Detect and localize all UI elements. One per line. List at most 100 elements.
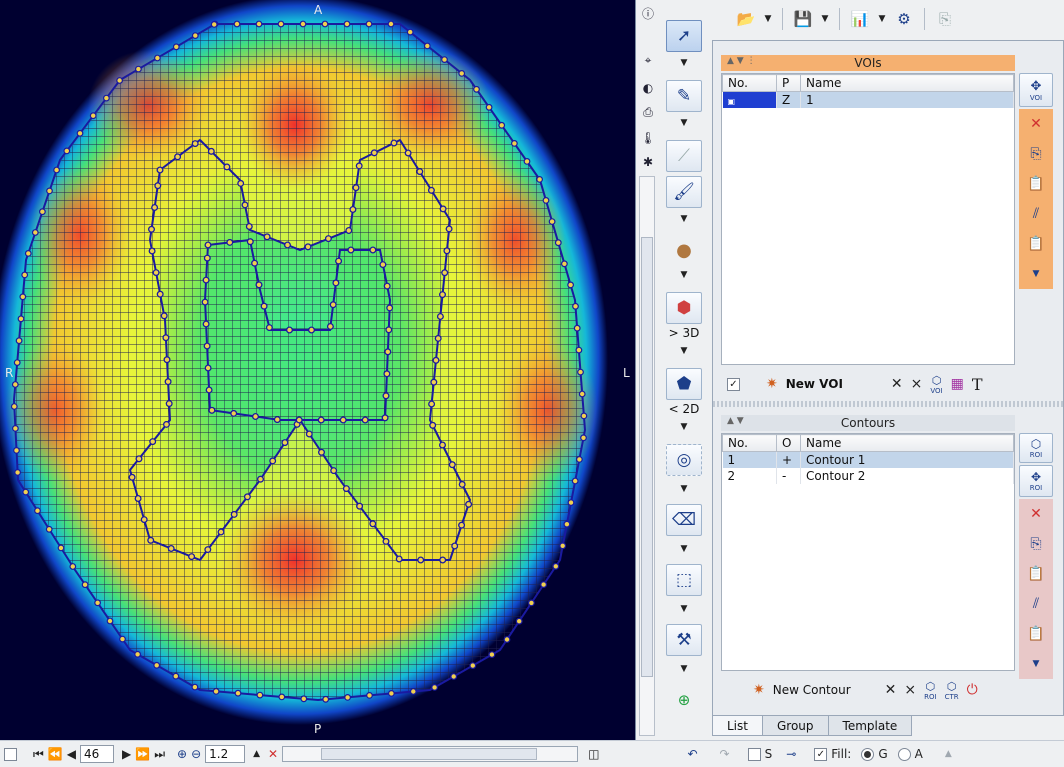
contour-vertex-handle[interactable] [163, 421, 170, 428]
splitter[interactable] [713, 401, 1063, 407]
contour-vertex-handle[interactable] [39, 208, 46, 216]
contour-vertex-handle[interactable] [153, 661, 161, 669]
contour-vertex-handle[interactable] [273, 416, 281, 424]
contour-vertex-handle[interactable] [63, 147, 71, 155]
contour-vertex-handle[interactable] [22, 488, 30, 496]
contour-vertex-handle[interactable] [515, 617, 523, 625]
contour-vertex-handle[interactable] [432, 356, 440, 364]
contour-vertex-handle[interactable] [205, 386, 213, 394]
contour-vertex-handle[interactable] [269, 457, 277, 465]
open-folder-icon[interactable]: 📂 [734, 7, 758, 31]
contour-vertex-handle[interactable] [237, 179, 245, 187]
contour-vertex-handle[interactable] [388, 690, 395, 697]
contour-vertex-handle[interactable] [349, 206, 357, 213]
delete-all-icon[interactable]: ⨯ [904, 682, 916, 698]
contour-vertex-handle[interactable] [53, 166, 60, 174]
contour-vertex-handle[interactable] [370, 149, 378, 157]
contour-vertex-handle[interactable] [434, 335, 442, 342]
contour-vertex-handle[interactable] [439, 441, 446, 449]
contour-vertex-handle[interactable] [439, 291, 446, 299]
new-voi-button[interactable]: New VOI [786, 377, 843, 391]
knife-tool-button[interactable]: ⟋ [666, 140, 702, 172]
contour-vertex-handle[interactable] [260, 302, 268, 310]
contour-vertex-handle[interactable] [243, 493, 251, 501]
contours-table[interactable]: No. O Name 1 + Contour 1 2 - Contour 2 [721, 433, 1015, 671]
contour-vertex-handle[interactable] [10, 403, 18, 410]
contour-vertex-handle[interactable] [347, 246, 355, 254]
contour-vertex-handle[interactable] [286, 326, 293, 334]
contour-vertex-handle[interactable] [423, 42, 431, 50]
chevron-down-icon[interactable]: ▼ [678, 664, 690, 674]
contour-vertex-handle[interactable] [135, 455, 143, 463]
vois-col-p[interactable]: P [776, 74, 801, 92]
text-icon[interactable]: T [972, 375, 983, 394]
contour-vertex-handle[interactable] [441, 56, 448, 63]
chevron-down-icon[interactable]: ▼ [762, 14, 774, 24]
zoom-input[interactable]: 1.2 [205, 745, 246, 763]
contour-vertex-handle[interactable] [317, 416, 325, 424]
contour-vertex-handle[interactable] [255, 281, 263, 289]
contour-vertex-handle[interactable] [281, 439, 289, 447]
vertical-scrollbar-thumb[interactable] [641, 237, 653, 677]
contour-vertex-handle[interactable] [356, 502, 364, 510]
thermometer-icon[interactable]: 🌡 [640, 130, 656, 146]
contour-vertex-handle[interactable] [148, 225, 155, 233]
contour-vertex-handle[interactable] [304, 243, 312, 251]
delete-icon[interactable]: ✕ [1019, 109, 1053, 139]
contour-vertex-handle[interactable] [343, 20, 351, 28]
contour-vertex-handle[interactable] [234, 689, 242, 697]
contour-vertex-handle[interactable] [542, 196, 550, 204]
contour-vertex-handle[interactable] [257, 475, 264, 483]
contour-vertex-handle[interactable] [266, 324, 273, 332]
link-icon[interactable]: ⊸ [786, 743, 796, 765]
contour-vertex-handle[interactable] [149, 438, 157, 446]
contour-vertex-handle[interactable] [15, 337, 23, 345]
contours-col-no[interactable]: No. [722, 434, 777, 452]
contour-vertex-handle[interactable] [305, 430, 313, 438]
split-view-icon[interactable]: ◫ [588, 743, 599, 765]
contour-vertex-handle[interactable] [443, 247, 451, 255]
tab-group[interactable]: Group [761, 716, 829, 736]
copy-icon[interactable]: ⎘ [1019, 529, 1053, 559]
contour-vertex-handle[interactable] [308, 326, 315, 334]
contour-vertex-handle[interactable] [134, 650, 142, 658]
info-icon[interactable]: ⓘ [640, 6, 656, 22]
contour-vertex-handle[interactable] [458, 69, 466, 77]
contour-vertex-handle[interactable] [191, 683, 199, 691]
chevron-down-icon[interactable]: ▼ [678, 484, 690, 494]
voi-visible-checkbox[interactable]: ✓ [727, 377, 740, 391]
contour-vertex-handle[interactable] [13, 359, 21, 367]
contour-vertex-handle[interactable] [246, 238, 254, 246]
contour-vertex-handle[interactable] [428, 186, 435, 194]
contour-vertex-handle[interactable] [473, 85, 480, 93]
contour-vertex-handle[interactable] [361, 416, 369, 424]
contour-vertex-handle[interactable] [548, 218, 556, 226]
contour-vertex-handle[interactable] [263, 233, 271, 241]
redo-icon[interactable]: ↷ [720, 743, 730, 765]
table-row[interactable]: 2 - Contour 2 [722, 467, 1014, 484]
contour-vertex-handle[interactable] [554, 239, 562, 247]
contour-vertex-handle[interactable] [369, 520, 377, 528]
contour-vertex-handle[interactable] [163, 356, 171, 364]
mirror-icon[interactable]: ⫽ [1019, 589, 1053, 619]
contour-vertex-handle[interactable] [277, 20, 285, 28]
move-voi-button[interactable]: ✥ VOI [1019, 73, 1053, 107]
contour-vertex-handle[interactable] [223, 163, 231, 171]
contour-vertex-handle[interactable] [390, 139, 398, 147]
chevron-down-icon[interactable]: ▼ [678, 422, 690, 432]
contour-vertex-handle[interactable] [451, 542, 459, 550]
paste-new-icon[interactable]: 📋 [1019, 619, 1053, 649]
contour-vertex-handle[interactable] [191, 140, 199, 148]
contour-vertex-handle[interactable] [573, 324, 581, 332]
contour-vertex-handle[interactable] [233, 20, 241, 28]
contour-vertex-handle[interactable] [21, 271, 29, 279]
contour-vertex-handle[interactable] [383, 370, 391, 378]
sphere-tool-button[interactable]: ● [666, 234, 702, 266]
contour-vertex-handle[interactable] [11, 381, 19, 388]
contour-vertex-handle[interactable] [57, 544, 65, 552]
zoom-in-icon[interactable]: ⊕ [177, 743, 187, 765]
contour-vertex-handle[interactable] [577, 368, 584, 376]
contour-vertex-handle[interactable] [458, 521, 466, 529]
contour-vertex-handle[interactable] [154, 182, 162, 190]
contour-vertex-handle[interactable] [201, 298, 209, 306]
